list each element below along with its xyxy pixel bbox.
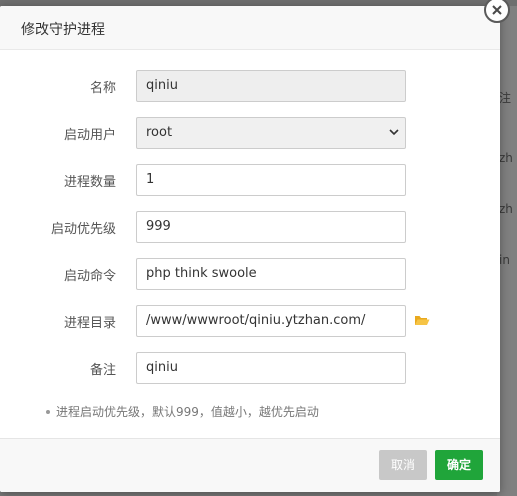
- priority-tip-text: 进程启动优先级，默认999，值越小，越优先启动: [56, 405, 319, 419]
- dialog-header: 修改守护进程: [0, 6, 500, 50]
- user-label: 启动用户: [63, 128, 116, 143]
- process-count-row: 进程数量 1: [0, 164, 500, 196]
- close-icon: [492, 5, 502, 15]
- command-input[interactable]: php think swoole: [136, 258, 406, 290]
- cancel-button[interactable]: 取消: [379, 450, 427, 480]
- priority-input[interactable]: 999: [136, 211, 406, 243]
- command-label: 启动命令: [63, 269, 116, 284]
- name-label: 名称: [89, 81, 116, 96]
- user-row: 启动用户 root: [0, 117, 500, 149]
- command-row: 启动命令 php think swoole: [0, 258, 500, 290]
- chevron-down-icon: [389, 129, 399, 136]
- priority-tip: 进程启动优先级，默认999，值越小，越优先启动: [46, 403, 319, 420]
- background-cell: in: [499, 253, 510, 267]
- background-cell: zh: [499, 202, 513, 216]
- priority-label: 启动优先级: [50, 222, 116, 237]
- priority-row: 启动优先级 999: [0, 211, 500, 243]
- directory-label: 进程目录: [63, 316, 116, 331]
- user-select-value: root: [146, 125, 173, 140]
- remark-input[interactable]: qiniu: [136, 352, 406, 384]
- folder-open-icon[interactable]: [414, 314, 430, 327]
- remark-label: 备注: [89, 363, 116, 378]
- remark-row: 备注 qiniu: [0, 352, 500, 384]
- confirm-button[interactable]: 确定: [435, 450, 483, 480]
- name-input[interactable]: qiniu: [136, 70, 406, 102]
- dialog-title: 修改守护进程: [21, 22, 105, 38]
- directory-input[interactable]: /www/wwwroot/qiniu.ytzhan.com/: [136, 305, 406, 337]
- directory-row: 进程目录 /www/wwwroot/qiniu.ytzhan.com/: [0, 305, 500, 337]
- background-cell: zh: [499, 151, 513, 165]
- edit-daemon-dialog: 修改守护进程 名称 qiniu 启动用户 root 进程数量 1 启动优先级 9…: [0, 6, 500, 492]
- background-column-header: 注: [499, 91, 512, 105]
- process-count-input[interactable]: 1: [136, 164, 406, 196]
- dialog-footer: 取消 确定: [0, 438, 500, 492]
- bullet-icon: [46, 409, 50, 414]
- process-count-label: 进程数量: [63, 175, 116, 190]
- user-select[interactable]: root: [136, 117, 406, 149]
- name-row: 名称 qiniu: [0, 70, 500, 102]
